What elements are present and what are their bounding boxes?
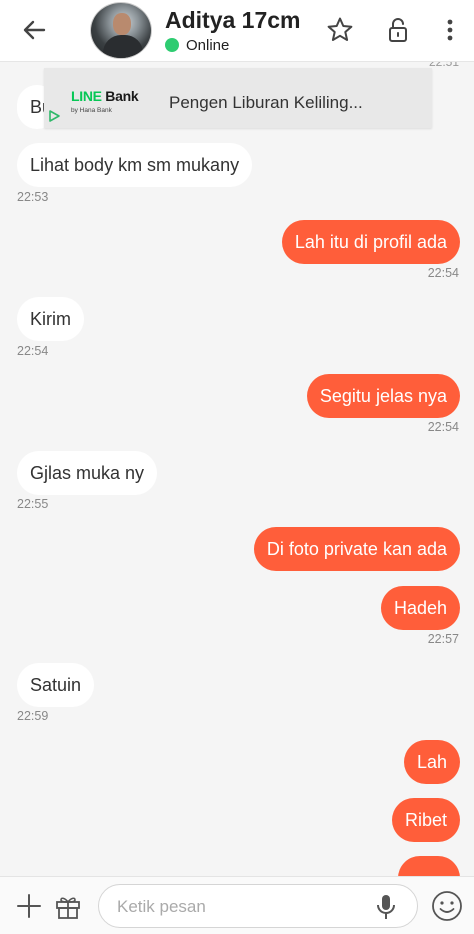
ad-play-icon [47, 109, 61, 123]
message-bubble-outgoing[interactable]: Lah itu di profil ada [281, 220, 460, 264]
message-timestamp: 22:53 [17, 190, 49, 204]
message-bubble-incoming[interactable]: Lihat body km sm mukany [17, 143, 253, 187]
ad-banner[interactable]: 22:51 LINE Bank by Hana Bank Pengen Libu… [44, 55, 459, 128]
lock-button[interactable] [382, 14, 414, 46]
smiley-icon [432, 891, 462, 921]
message-timestamp: 22:57 [427, 632, 459, 646]
star-icon [327, 17, 353, 41]
message-bubble-outgoing[interactable]: Ribet [391, 798, 460, 842]
message-bubble-outgoing[interactable]: Segitu jelas nya [306, 374, 460, 418]
ad-brand-sub: by Hana Bank [71, 107, 112, 114]
microphone-icon [377, 895, 395, 919]
gift-button[interactable] [51, 889, 85, 923]
voice-button[interactable] [373, 893, 399, 921]
message-input[interactable] [117, 895, 367, 919]
more-menu-button[interactable] [434, 14, 466, 46]
unlock-icon [389, 18, 407, 42]
message-bubble-outgoing[interactable]: Di foto private kan ada [253, 527, 460, 571]
arrow-left-icon [23, 20, 46, 40]
message-composer [0, 876, 474, 934]
ad-text: Pengen Liburan Keliling... [169, 93, 363, 112]
chat-header: Aditya 17cm Online [0, 0, 474, 62]
more-vertical-icon [447, 19, 453, 41]
message-input-container[interactable] [98, 884, 418, 928]
contact-name[interactable]: Aditya 17cm [165, 7, 301, 34]
back-button[interactable] [18, 14, 50, 46]
online-status-text: Online [186, 37, 230, 54]
message-bubble-incoming[interactable]: Kirim [17, 297, 84, 341]
message-bubble-outgoing[interactable]: Lah [403, 740, 460, 784]
gift-icon [56, 897, 80, 919]
ad-brand-logo: LINE Bank [71, 88, 139, 104]
favorite-button[interactable] [324, 14, 356, 46]
plus-icon [17, 894, 41, 918]
message-bubble-incoming[interactable]: Gjlas muka ny [17, 451, 158, 495]
online-status-dot [165, 38, 179, 52]
message-bubble-incoming[interactable]: Satuin [17, 663, 95, 707]
avatar[interactable] [90, 2, 152, 59]
message-bubble-outgoing[interactable]: Hadeh [380, 586, 460, 630]
emoji-button[interactable] [430, 889, 464, 923]
attach-button[interactable] [12, 889, 46, 923]
message-timestamp: 22:55 [17, 497, 49, 511]
message-timestamp: 22:54 [427, 266, 459, 280]
message-timestamp: 22:54 [427, 420, 459, 434]
message-timestamp: 22:54 [17, 344, 49, 358]
message-timestamp: 22:59 [17, 709, 49, 723]
